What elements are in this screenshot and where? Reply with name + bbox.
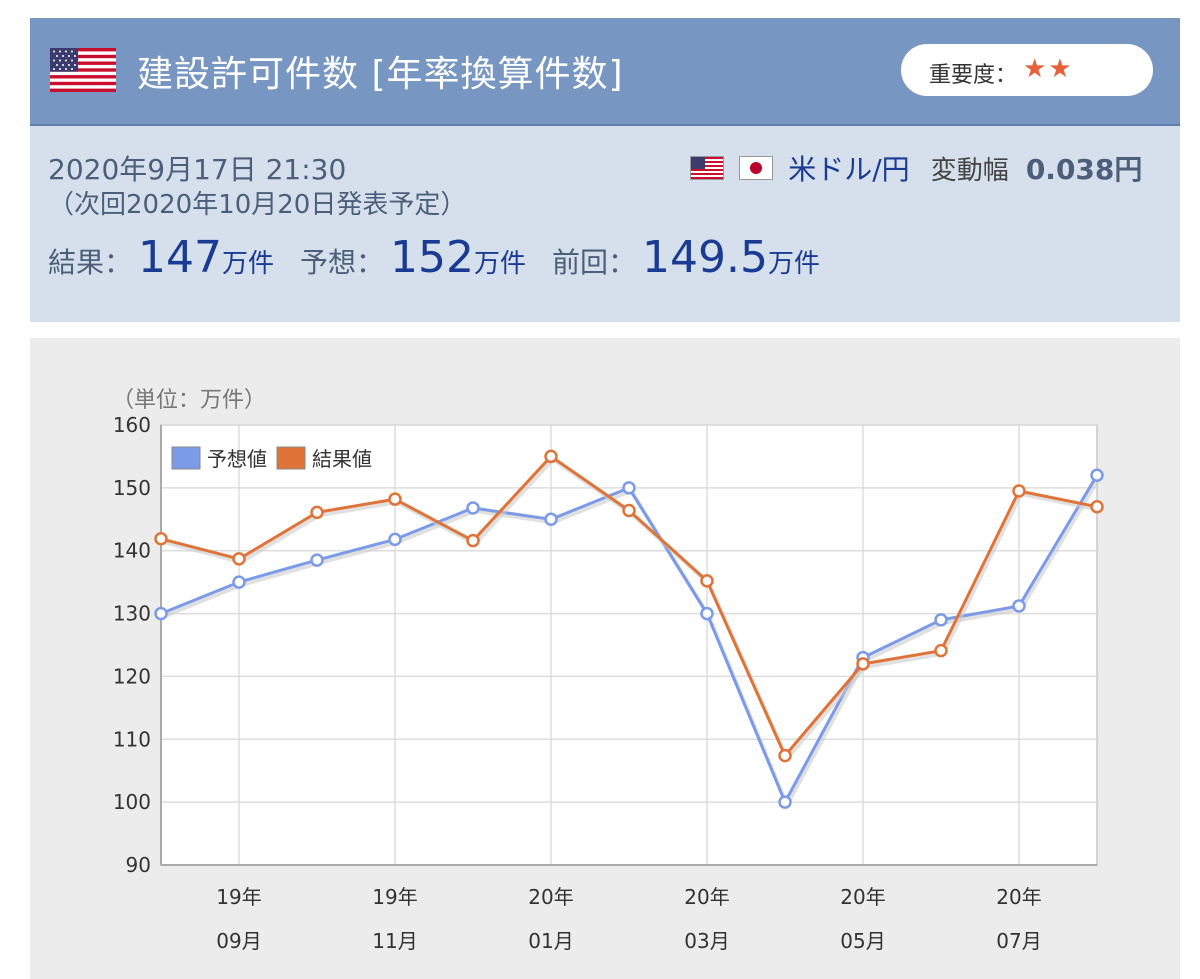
x-tick-label: 05月 bbox=[840, 929, 885, 953]
legend-swatch bbox=[171, 446, 201, 470]
y-tick-label: 160 bbox=[113, 413, 151, 437]
x-tick-label: 20年 bbox=[684, 885, 729, 909]
y-tick-label: 100 bbox=[113, 790, 151, 814]
y-tick-label: 150 bbox=[113, 476, 151, 500]
legend-label: 予想値 bbox=[207, 447, 267, 471]
data-point bbox=[934, 643, 948, 658]
data-point bbox=[1090, 468, 1104, 483]
x-tick-label: 03月 bbox=[684, 929, 729, 953]
y-tick-label: 140 bbox=[113, 539, 151, 563]
data-point bbox=[778, 748, 792, 763]
data-point bbox=[544, 449, 558, 464]
data-point bbox=[388, 492, 402, 506]
x-tick-label: 19年 bbox=[216, 885, 261, 909]
data-point bbox=[700, 606, 714, 621]
data-point bbox=[622, 481, 636, 495]
x-tick-label: 11月 bbox=[372, 929, 417, 953]
data-point bbox=[622, 503, 636, 518]
data-point bbox=[700, 574, 714, 588]
x-tick-label: 07月 bbox=[996, 929, 1041, 953]
data-point bbox=[154, 606, 168, 621]
data-point bbox=[1012, 599, 1026, 613]
y-tick-label: 90 bbox=[126, 853, 151, 877]
data-point bbox=[934, 613, 948, 627]
line-chart: 90 100 110 120 130 140 150 160 19年 09月 19年 11月 20年 01… bbox=[113, 413, 1104, 953]
data-point bbox=[232, 575, 246, 589]
data-point bbox=[778, 795, 792, 809]
y-tick-label: 110 bbox=[113, 727, 151, 751]
data-point bbox=[856, 657, 870, 671]
data-point bbox=[232, 552, 246, 566]
data-point bbox=[310, 505, 324, 520]
x-tick-label: 20年 bbox=[996, 885, 1041, 909]
legend-label: 結果値 bbox=[312, 447, 372, 471]
data-point bbox=[154, 532, 168, 546]
x-tick-label: 20年 bbox=[840, 885, 885, 909]
x-tick-label: 01月 bbox=[528, 929, 573, 953]
data-point bbox=[544, 512, 558, 527]
y-tick-label: 130 bbox=[113, 602, 151, 626]
x-tick-label: 19年 bbox=[372, 885, 417, 909]
x-tick-label: 20年 bbox=[528, 885, 573, 909]
data-point bbox=[310, 553, 324, 567]
y-tick-label: 120 bbox=[113, 664, 151, 688]
legend-swatch bbox=[276, 446, 306, 470]
x-tick-label: 09月 bbox=[216, 929, 261, 953]
data-point bbox=[466, 501, 480, 515]
data-point bbox=[466, 533, 480, 548]
data-point bbox=[388, 532, 402, 547]
data-point bbox=[1012, 484, 1026, 498]
data-point bbox=[1090, 499, 1104, 514]
